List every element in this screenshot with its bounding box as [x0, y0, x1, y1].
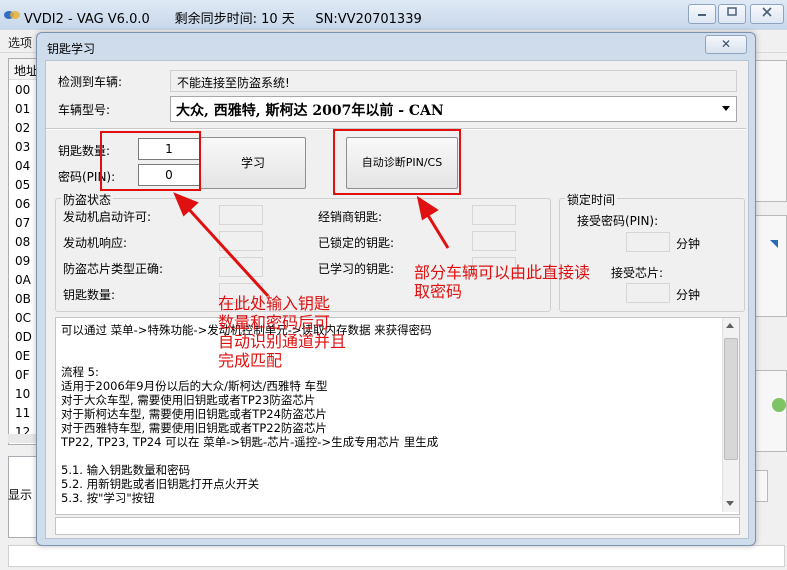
minutes-unit: 分钟 — [676, 237, 701, 251]
vehicle-detected-label: 检测到车辆: — [58, 75, 123, 89]
key-count-status-label: 钥匙数量: — [63, 288, 116, 302]
maximize-icon — [727, 7, 737, 16]
accept-chip-label: 接受芯片: — [611, 266, 664, 280]
minimize-button[interactable] — [688, 4, 716, 24]
annotation-note-left: 在此处输入钥匙 数量和密码后可 自动识别通道并且 完成匹配 — [218, 294, 347, 370]
dialog-status-field — [55, 517, 740, 535]
close-icon — [762, 7, 772, 17]
engine-response-value — [219, 231, 263, 251]
vehicle-model-label: 车辆型号: — [58, 103, 111, 117]
annotation-highlight-key-inputs — [100, 131, 201, 191]
dialog-title: 钥匙学习 — [47, 42, 96, 56]
chip-type-correct-value — [219, 257, 263, 277]
engine-response-label: 发动机响应: — [63, 236, 128, 250]
locked-key-value — [472, 231, 516, 251]
scroll-down-icon[interactable] — [726, 501, 734, 506]
chevron-down-icon — [722, 106, 730, 111]
vehicle-model-select[interactable]: 大众, 西雅特, 斯柯达 2007年以前 - CAN — [170, 96, 737, 122]
minimize-icon — [698, 14, 706, 16]
accept-pin-label: 接受密码(PIN): — [577, 214, 659, 228]
minutes-unit: 分钟 — [676, 288, 701, 302]
log-line: 5.3. 按"学习"按钮 — [61, 491, 155, 505]
lock-time-title: 锁定时间 — [565, 191, 618, 208]
chip-type-correct-label: 防盗芯片类型正确: — [63, 262, 164, 276]
dealer-key-label: 经销商钥匙: — [318, 210, 383, 224]
close-window-button[interactable] — [750, 4, 784, 24]
log-text-area[interactable]: 可以通过 菜单->特殊功能->发动机控制单元->读取内存数据 来获得密码 流程 … — [55, 317, 740, 515]
status-green-icon — [772, 398, 786, 412]
learn-button[interactable]: 学习 — [200, 137, 306, 189]
maximize-button[interactable] — [718, 4, 746, 24]
close-icon: ✕ — [720, 37, 732, 51]
annotation-highlight-auto-pin — [333, 129, 461, 195]
vehicle-detected-field: 不能连接至防盗系统! — [170, 70, 737, 92]
scroll-up-icon[interactable] — [726, 323, 734, 328]
log-line: TP22, TP23, TP24 可以在 菜单->钥匙-芯片-遥控->生成专用芯… — [61, 435, 439, 449]
display-label: 显示 — [8, 488, 33, 502]
app-logo-icon — [4, 11, 20, 19]
status-bar — [8, 545, 785, 567]
dealer-key-value — [472, 205, 516, 225]
right-side-panel[interactable] — [752, 215, 787, 317]
engine-start-permit-label: 发动机启动许可: — [63, 210, 152, 224]
annotation-note-right: 部分车辆可以由此直接读 取密码 — [414, 263, 591, 301]
log-scrollbar-thumb[interactable] — [724, 338, 738, 460]
immo-status-title: 防盗状态 — [61, 191, 114, 208]
app-title: VVDI2 - VAG V6.0.0 剩余同步时间: 10 天 SN:VV207… — [24, 12, 422, 27]
main-title-bar: VVDI2 - VAG V6.0.0 剩余同步时间: 10 天 SN:VV207… — [0, 0, 787, 31]
accept-chip-time-value — [626, 283, 670, 303]
menu-options[interactable]: 选项 — [8, 34, 32, 51]
engine-start-permit-value — [219, 205, 263, 225]
learned-key-label: 已学习的钥匙: — [318, 262, 395, 276]
key-learning-dialog: 钥匙学习 ✕ 检测到车辆: 不能连接至防盗系统! 车辆型号: 大众, 西雅特, … — [36, 32, 756, 546]
dialog-close-button[interactable]: ✕ — [705, 35, 747, 54]
locked-key-label: 已锁定的钥匙: — [318, 236, 395, 250]
accept-pin-time-value — [626, 232, 670, 252]
right-side-panel[interactable] — [752, 60, 787, 202]
arrow-icon — [770, 240, 778, 248]
